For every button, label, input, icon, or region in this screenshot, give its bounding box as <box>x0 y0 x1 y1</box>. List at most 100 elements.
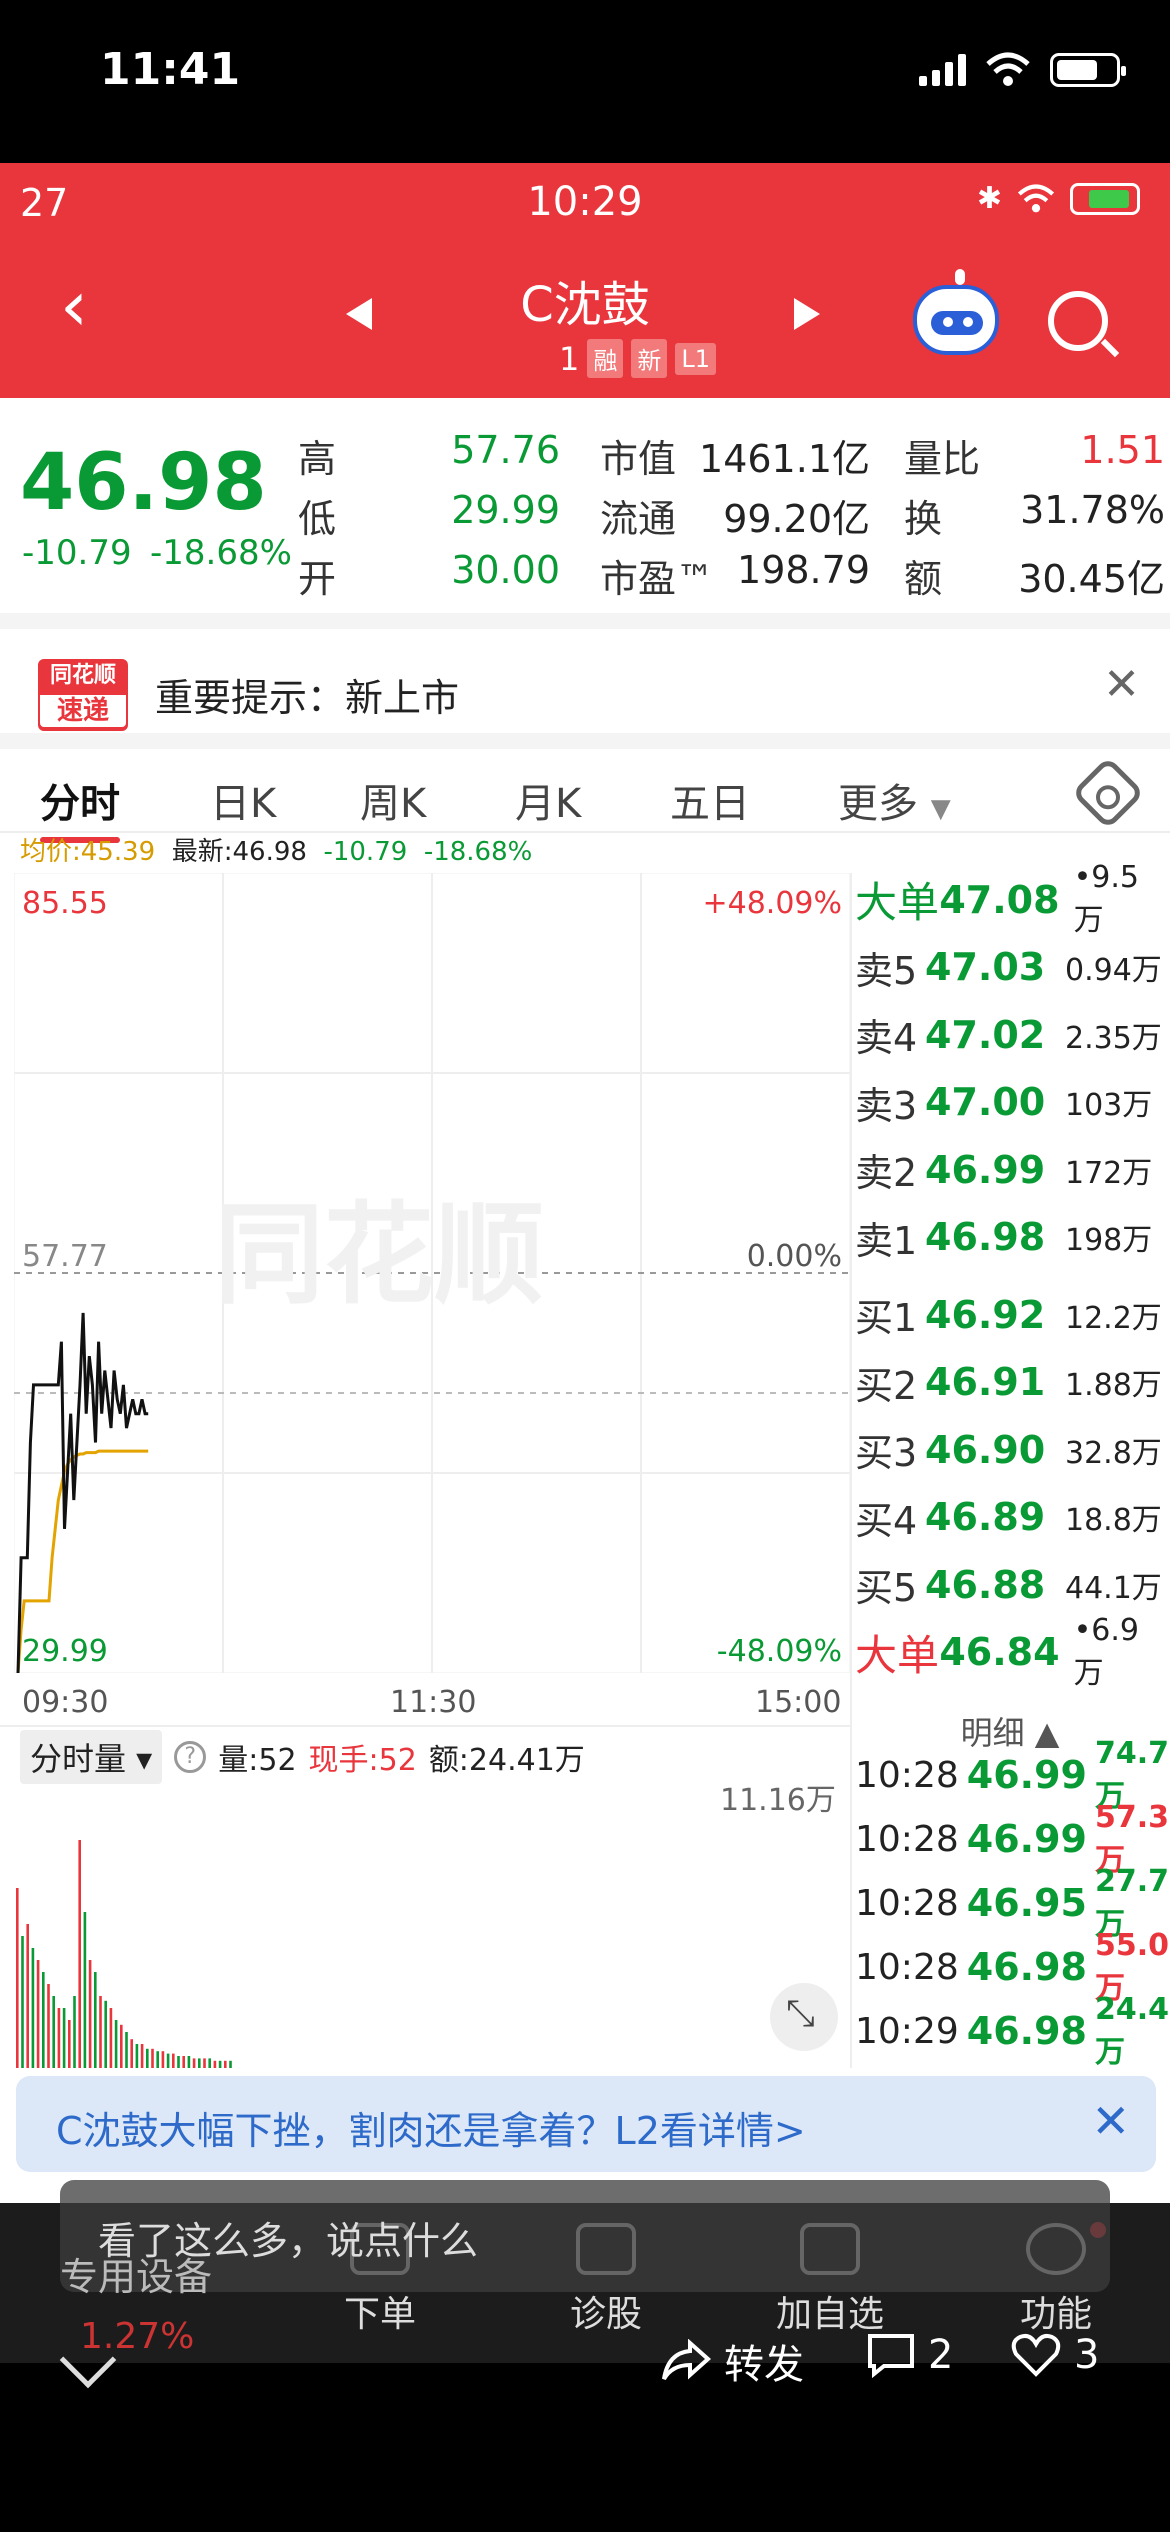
order-volume: 44.1万 <box>1065 1570 1162 1606</box>
intraday-chart[interactable]: 同花顺 85.55 57.77 29.99 +48.09% 0.00% -48.… <box>14 873 850 1673</box>
label-amount: 额 <box>904 557 943 601</box>
order-label: 卖3 <box>855 1083 918 1128</box>
value-open: 30.00 <box>451 548 560 592</box>
label-low: 低 <box>298 497 337 541</box>
tab-daily-k[interactable]: 日K <box>210 771 276 829</box>
detail-price: 46.98 <box>966 1945 1087 1989</box>
search-icon[interactable] <box>1048 291 1108 351</box>
banner-text: C沈鼓大幅下挫，割肉还是拿着？L2看详情> <box>56 2109 806 2153</box>
chart-settings-icon[interactable] <box>1071 756 1145 830</box>
tab-weekly-k[interactable]: 周K <box>360 771 426 829</box>
volume-bar <box>161 2051 165 2068</box>
tab-five-day[interactable]: 五日 <box>670 771 750 829</box>
tag-margin: 融 <box>587 339 624 378</box>
volume-bar <box>31 1948 35 2068</box>
volume-bar <box>104 2000 107 2068</box>
tab-more[interactable]: 更多 ▼ <box>838 771 951 829</box>
order-label: 买2 <box>855 1363 918 1408</box>
order-label: 卖1 <box>855 1218 918 1263</box>
tab-intraday[interactable]: 分时 <box>40 771 120 829</box>
order-row[interactable]: 买3 46.90 32.8万 <box>855 1416 1165 1484</box>
next-stock-icon[interactable] <box>794 298 820 330</box>
order-row[interactable]: 买2 46.91 1.88万 <box>855 1349 1165 1417</box>
order-row[interactable]: 卖3 47.00 103万 <box>855 1069 1165 1137</box>
order-volume: 32.8万 <box>1065 1435 1162 1471</box>
volume-bar <box>68 2020 71 2068</box>
value-turnover: 31.78% <box>1020 488 1165 532</box>
assistant-robot-icon[interactable] <box>913 269 999 355</box>
order-row[interactable]: 卖2 46.99 172万 <box>855 1136 1165 1204</box>
detail-time: 10:29 <box>855 2010 959 2052</box>
current-price: 46.98 <box>20 438 267 528</box>
volume-type-select[interactable]: 分时量 ▾ <box>20 1730 163 1784</box>
volume-bar <box>172 2053 175 2068</box>
order-price: 47.00 <box>925 1080 1046 1125</box>
comments-button[interactable]: 2 <box>866 2332 953 2378</box>
volume-bar <box>114 2020 118 2068</box>
detail-volume: 24.4万 <box>1094 1991 1169 2070</box>
app-header: 27 10:29 ✱ ‹ C沈鼓 1 融 新 L1 <box>0 163 1170 398</box>
order-row[interactable]: 卖4 47.02 2.35万 <box>855 1001 1165 1069</box>
chart-tabs: 分时 日K 周K 月K 五日 更多 ▼ <box>0 733 1170 843</box>
share-button[interactable]: 转发 <box>660 2332 804 2390</box>
device-status-bar: 11:41 <box>0 0 1170 160</box>
order-row[interactable]: 买4 46.89 18.8万 <box>855 1484 1165 1552</box>
order-volume: 1.88万 <box>1065 1368 1162 1404</box>
order-volume: 0.94万 <box>1065 953 1162 989</box>
x-tick-start: 09:30 <box>22 1685 109 1720</box>
promo-banner[interactable]: C沈鼓大幅下挫，割肉还是拿着？L2看详情> ✕ <box>16 2076 1156 2172</box>
volume-bar <box>182 2056 185 2068</box>
order-label: 卖2 <box>855 1151 918 1196</box>
volume-bar <box>78 1840 81 2068</box>
order-price: 46.92 <box>925 1292 1046 1337</box>
volume-bar <box>16 1888 19 2068</box>
chevron-down-icon: ▼ <box>930 794 951 824</box>
close-banner-icon[interactable]: ✕ <box>1091 2094 1130 2148</box>
tab-monthly-k[interactable]: 月K <box>515 771 581 829</box>
volume-bar <box>94 1972 97 2068</box>
value-low: 29.99 <box>451 488 560 532</box>
notice-text: 重要提示：新上市 <box>155 676 460 720</box>
order-row[interactable]: 买1 46.92 12.2万 <box>855 1281 1165 1349</box>
order-label: 卖4 <box>855 1016 918 1061</box>
volume-bar <box>83 1912 87 2068</box>
order-row[interactable]: 卖1 46.98 198万 <box>855 1204 1165 1272</box>
label-float-cap: 流通 <box>600 497 677 541</box>
order-row[interactable]: 卖5 47.03 0.94万 <box>855 934 1165 1002</box>
order-price: 46.89 <box>925 1495 1046 1540</box>
detail-row: 10:28 46.99 74.7万 <box>855 1736 1169 1814</box>
volume-bar <box>42 1972 45 2068</box>
like-button[interactable]: 3 <box>1010 2332 1099 2378</box>
order-volume: 198万 <box>1065 1223 1153 1259</box>
volume-bar <box>57 2008 61 2068</box>
divider <box>850 873 852 2068</box>
volume-bar <box>229 2060 232 2068</box>
order-row[interactable]: 大单 46.84 •6.9万 <box>855 1613 1165 1691</box>
order-volume: 2.35万 <box>1065 1020 1162 1056</box>
latest-change: -10.79 <box>323 837 408 867</box>
volume-bar <box>156 2051 159 2068</box>
volume-bar <box>151 2048 154 2068</box>
volume-bar <box>187 2056 191 2068</box>
order-volume: •9.5万 <box>1073 860 1139 939</box>
help-icon[interactable]: ? <box>174 1741 207 1773</box>
battery-icon <box>1070 182 1140 215</box>
notice-bar[interactable]: 同花顺 速递 重要提示：新上市 ✕ <box>0 613 1170 733</box>
order-price: 46.91 <box>925 1360 1046 1405</box>
volume-bar <box>62 2008 66 2068</box>
order-row[interactable]: 买5 46.88 44.1万 <box>855 1551 1165 1619</box>
value-volume-ratio: 1.51 <box>1080 428 1165 472</box>
volume-qty: 量:52 <box>218 1743 297 1778</box>
close-notice-icon[interactable]: ✕ <box>1103 659 1140 710</box>
order-label: 买4 <box>855 1498 918 1543</box>
order-volume: 103万 <box>1065 1088 1153 1124</box>
cellular-signal-icon <box>919 54 966 86</box>
order-row[interactable]: 大单 47.08 •9.5万 <box>855 860 1165 938</box>
detail-price: 46.99 <box>966 1817 1087 1861</box>
latest-price: 最新:46.98 <box>171 837 307 867</box>
volume-bar <box>177 2056 180 2068</box>
tag-new: 新 <box>631 339 668 378</box>
expand-chart-icon[interactable] <box>770 1983 838 2051</box>
wifi-icon <box>1017 183 1055 212</box>
volume-bar <box>52 1996 55 2068</box>
